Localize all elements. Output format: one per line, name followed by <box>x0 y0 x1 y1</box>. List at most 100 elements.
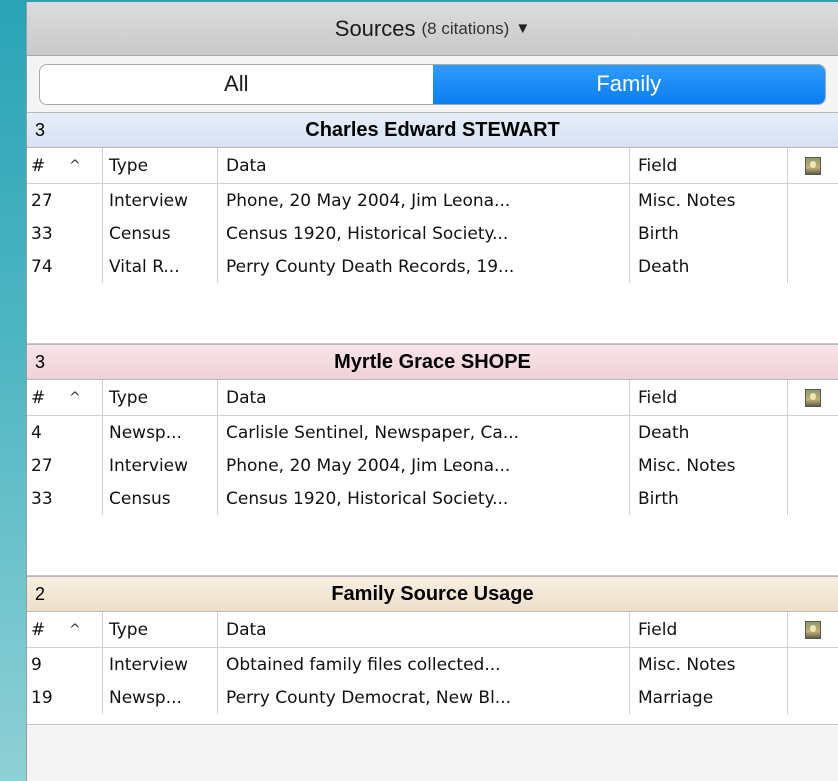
cell-field: Misc. Notes <box>629 449 787 482</box>
cell-type: Census <box>102 217 217 250</box>
cell-data: Census 1920, Historical Society... <box>217 217 629 250</box>
cell-number: 19 <box>31 687 53 708</box>
citations-table: # ^ Type Data Field 27 Interview Phone, 2… <box>27 148 838 344</box>
table-row[interactable]: 27 Interview Phone, 20 May 2004, Jim Leo… <box>27 184 838 217</box>
column-header-number[interactable]: # ^ <box>27 612 102 647</box>
cell-media <box>787 416 838 449</box>
table-row[interactable]: 19 Newsp... Perry County Democrat, New B… <box>27 681 838 714</box>
cell-data: Census 1920, Historical Society... <box>217 482 629 515</box>
cell-number: 27 <box>31 455 53 476</box>
table-empty-area <box>27 515 838 575</box>
table-empty-area <box>27 283 838 343</box>
cell-data: Phone, 20 May 2004, Jim Leona... <box>217 449 629 482</box>
cell-data: Carlisle Sentinel, Newspaper, Ca... <box>217 416 629 449</box>
cell-field: Death <box>629 416 787 449</box>
num-label: # <box>31 619 46 640</box>
sort-ascending-icon: ^ <box>69 389 81 406</box>
group-name: Family Source Usage <box>331 582 534 605</box>
segment-all[interactable]: All <box>40 65 433 104</box>
cell-type: Interview <box>102 648 217 681</box>
table-empty-area <box>27 714 838 724</box>
cell-data: Perry County Death Records, 19... <box>217 250 629 283</box>
column-header-field[interactable]: Field <box>629 380 787 415</box>
cell-type: Interview <box>102 184 217 217</box>
cell-field: Birth <box>629 217 787 250</box>
cell-type: Newsp... <box>102 681 217 714</box>
cell-media <box>787 648 838 681</box>
view-segmented-control: All Family <box>39 63 826 105</box>
citations-table: # ^ Type Data Field 4 Newsp... Carlisle S… <box>27 380 838 576</box>
cell-data: Perry County Democrat, New Bl... <box>217 681 629 714</box>
panel-title: Sources <box>334 15 416 41</box>
table-row[interactable]: 33 Census Census 1920, Historical Societ… <box>27 217 838 250</box>
column-header-media[interactable] <box>787 380 838 415</box>
sources-title-bar[interactable]: Sources (8 citations) ▼ <box>27 2 838 56</box>
cell-type: Interview <box>102 449 217 482</box>
sources-panel: Sources (8 citations) ▼ All Family 3 Cha… <box>26 2 838 781</box>
column-header-field[interactable]: Field <box>629 612 787 647</box>
column-header-row: # ^ Type Data Field <box>27 380 838 416</box>
column-header-data[interactable]: Data <box>217 148 629 183</box>
column-header-number[interactable]: # ^ <box>27 148 102 183</box>
photo-icon <box>805 388 821 407</box>
table-row[interactable]: 9 Interview Obtained family files collec… <box>27 648 838 681</box>
cell-type: Vital R... <box>102 250 217 283</box>
cell-number: 33 <box>31 488 53 509</box>
cell-type: Census <box>102 482 217 515</box>
group-myrtle-grace-shope: 3 Myrtle Grace SHOPE # ^ Type Data Field … <box>27 344 838 576</box>
column-header-row: # ^ Type Data Field <box>27 612 838 648</box>
citation-count: (8 citations) <box>421 18 510 38</box>
column-header-type[interactable]: Type <box>102 612 217 647</box>
sort-ascending-icon: ^ <box>69 621 81 638</box>
group-charles-edward-stewart: 3 Charles Edward STEWART # ^ Type Data Fi… <box>27 112 838 344</box>
cell-number: 27 <box>31 190 53 211</box>
num-label: # <box>31 155 46 176</box>
column-header-data[interactable]: Data <box>217 612 629 647</box>
cell-field: Marriage <box>629 681 787 714</box>
segment-family[interactable]: Family <box>432 64 825 104</box>
cell-field: Death <box>629 250 787 283</box>
cell-media <box>787 250 838 283</box>
group-name: Charles Edward STEWART <box>305 118 560 141</box>
photo-icon <box>805 156 821 175</box>
group-family-source-usage: 2 Family Source Usage # ^ Type Data Field… <box>27 576 838 725</box>
cell-media <box>787 184 838 217</box>
num-label: # <box>31 387 46 408</box>
cell-field: Misc. Notes <box>629 648 787 681</box>
cell-media <box>787 449 838 482</box>
cell-number: 33 <box>31 223 53 244</box>
cell-data: Phone, 20 May 2004, Jim Leona... <box>217 184 629 217</box>
column-header-data[interactable]: Data <box>217 380 629 415</box>
cell-media <box>787 681 838 714</box>
sort-ascending-icon: ^ <box>69 157 81 174</box>
table-row[interactable]: 27 Interview Phone, 20 May 2004, Jim Leo… <box>27 449 838 482</box>
column-header-type[interactable]: Type <box>102 148 217 183</box>
chevron-down-icon[interactable]: ▼ <box>515 20 530 37</box>
column-header-media[interactable] <box>787 148 838 183</box>
cell-media <box>787 217 838 250</box>
group-header[interactable]: 2 Family Source Usage <box>27 576 838 612</box>
photo-icon <box>805 620 821 639</box>
group-header[interactable]: 3 Charles Edward STEWART <box>27 112 838 148</box>
cell-type: Newsp... <box>102 416 217 449</box>
citations-table: # ^ Type Data Field 9 Interview Obtained … <box>27 612 838 725</box>
column-header-number[interactable]: # ^ <box>27 380 102 415</box>
cell-field: Misc. Notes <box>629 184 787 217</box>
table-row[interactable]: 33 Census Census 1920, Historical Societ… <box>27 482 838 515</box>
panel-bottom <box>27 725 838 765</box>
table-row[interactable]: 74 Vital R... Perry County Death Records… <box>27 250 838 283</box>
cell-data: Obtained family files collected... <box>217 648 629 681</box>
cell-field: Birth <box>629 482 787 515</box>
cell-number: 74 <box>31 256 53 277</box>
group-header[interactable]: 3 Myrtle Grace SHOPE <box>27 344 838 380</box>
column-header-media[interactable] <box>787 612 838 647</box>
column-header-row: # ^ Type Data Field <box>27 148 838 184</box>
cell-number: 9 <box>31 654 42 675</box>
column-header-type[interactable]: Type <box>102 380 217 415</box>
group-name: Myrtle Grace SHOPE <box>334 350 531 373</box>
column-header-field[interactable]: Field <box>629 148 787 183</box>
table-row[interactable]: 4 Newsp... Carlisle Sentinel, Newspaper,… <box>27 416 838 449</box>
cell-number: 4 <box>31 422 42 443</box>
view-segmented-control-bar: All Family <box>27 56 838 112</box>
cell-media <box>787 482 838 515</box>
